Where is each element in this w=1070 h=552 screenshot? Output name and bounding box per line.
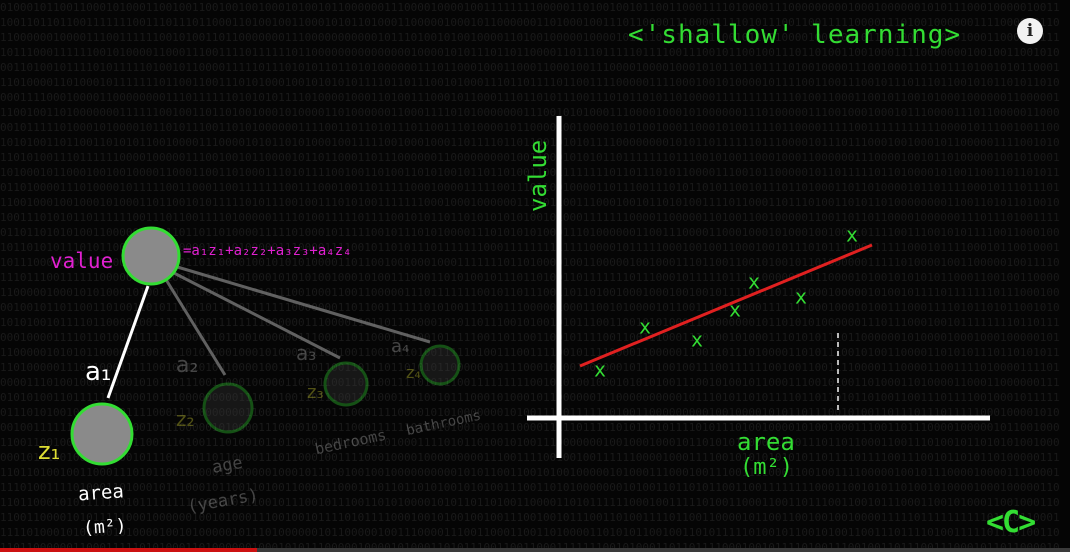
input-node-age xyxy=(202,382,254,434)
input-label-bedrooms: bedrooms xyxy=(313,426,387,459)
data-point-3: x xyxy=(691,328,703,352)
fit-line xyxy=(579,243,873,368)
video-progress-bar[interactable] xyxy=(0,548,1070,552)
data-point-1: x xyxy=(594,358,606,382)
var-z4: z₄ xyxy=(406,363,421,382)
faded-inputs: a₂ z₂ age (years) a₃ z₃ bedrooms a₄ z₄ b… xyxy=(176,336,482,517)
weight-a3: a₃ xyxy=(296,341,316,365)
weight-a1: a₁ xyxy=(85,357,111,387)
data-point-6: x xyxy=(795,285,807,309)
var-z2: z₂ xyxy=(176,407,195,431)
input-node-bedrooms xyxy=(323,361,369,407)
var-z1: z₁ xyxy=(38,437,60,465)
weight-a2: a₂ xyxy=(176,353,198,378)
data-point-4: x xyxy=(729,298,741,322)
scene: value =a₁z₁+a₂z₂+a₃z₃+a₄z₄ a₁ z₁ area (m… xyxy=(38,116,990,539)
input-unit-area: (m²) xyxy=(82,515,127,539)
y-axis-label: value xyxy=(524,140,552,212)
data-point-5: x xyxy=(748,270,760,294)
video-progress-fill xyxy=(0,548,257,552)
x-axis-label: area xyxy=(737,428,795,456)
regression-plot: value area (m²) xxxxxxx xyxy=(524,116,990,480)
network-links xyxy=(106,264,431,399)
weight-a4: a₄ xyxy=(391,336,409,357)
input-node-bathrooms xyxy=(419,344,461,386)
video-title: <'shallow' learning> xyxy=(628,20,962,50)
x-axis-unit: (m²) xyxy=(740,455,793,480)
input-node-area xyxy=(70,402,134,466)
link-z4 xyxy=(173,264,431,344)
data-points: xxxxxxx xyxy=(594,223,858,382)
data-point-2: x xyxy=(639,315,651,339)
info-icon[interactable]: i xyxy=(1017,18,1043,44)
input-label-area: area xyxy=(77,480,124,505)
input-label-bathrooms: bathrooms xyxy=(405,408,483,439)
input-unit-age: (years) xyxy=(186,485,260,517)
var-z3: z₃ xyxy=(307,382,324,403)
output-node xyxy=(121,226,181,286)
link-z1 xyxy=(106,285,150,399)
formula-text: =a₁z₁+a₂z₂+a₃z₃+a₄z₄ xyxy=(183,243,352,259)
input-label-age: age xyxy=(211,453,245,478)
data-point-7: x xyxy=(846,223,858,247)
c-brackets-logo: <C> xyxy=(986,505,1036,540)
output-label: value xyxy=(50,249,113,273)
